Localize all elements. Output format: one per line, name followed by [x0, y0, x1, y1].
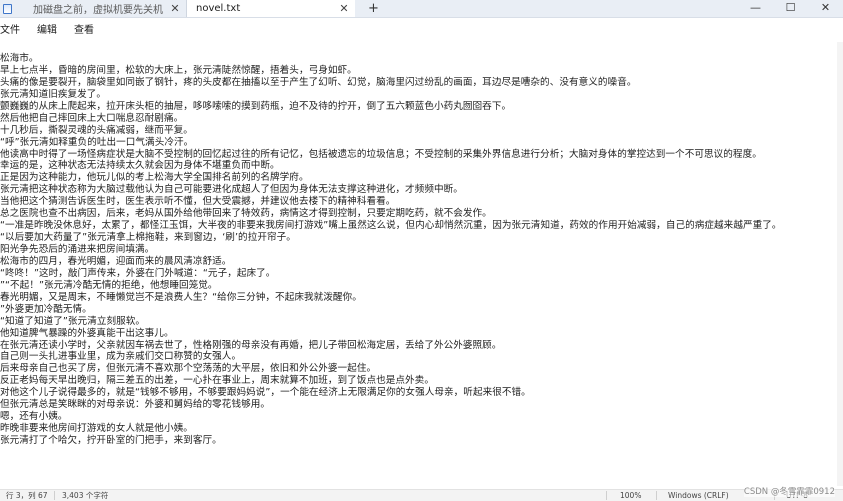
text-editor[interactable]: 松海市。 早上七点半，昏暗的房间里，松软的大床上，张元清陡然惊醒，捂着头，弓身如虾… — [0, 42, 837, 486]
text-line: 他知道脾气暴躁的外婆真能干出这事儿。 — [0, 327, 174, 339]
minimize-button[interactable]: — — [738, 0, 773, 17]
text-line: 但张元清总是笑眯眯的对母亲说：外婆和舅妈给的零花钱够用。 — [0, 399, 271, 411]
text-line: 幸运的是，这种状态无法持续太久就会因为身体不堪重负而中断。 — [0, 160, 280, 172]
text-line: 当他把这个猜测告诉医生时，医生表示听不懂，但大受震撼，并建议他去楼下的精神科看看… — [0, 196, 396, 208]
text-line: 嗯，还有小姨。 — [0, 411, 68, 423]
status-divider — [606, 491, 607, 500]
close-tab-icon[interactable]: ✕ — [337, 2, 351, 15]
text-line: 早上七点半，昏暗的房间里，松软的大床上，张元清陡然惊醒，捂着头，弓身如虾。 — [0, 64, 357, 76]
maximize-button[interactable]: ☐ — [773, 0, 808, 17]
text-line: 颤巍巍的从床上爬起来，拉开床头柜的抽屉，哆哆嗦嗦的摸到药瓶，迫不及待的拧开，倒了… — [0, 100, 512, 112]
text-line: 张元清知道旧疾复发了。 — [0, 88, 107, 100]
text-line: 在张元清还读小学时，父亲就因车祸去世了，性格刚强的母亲没有再婚，把儿子带回松海定… — [0, 339, 502, 351]
csdn-watermark: CSDN @冬雪霏霏0912 — [743, 485, 835, 497]
vertical-scrollbar[interactable] — [837, 42, 843, 486]
text-line: 十几秒后，撕裂灵魂的头痛减弱，继而平复。 — [0, 124, 193, 136]
new-tab-button[interactable]: + — [368, 0, 379, 17]
cursor-position: 行 3，列 67 — [6, 491, 48, 500]
text-line: ”“不起！”张元清冷酷无情的拒绝，他想睡回笼觉。 — [0, 279, 218, 291]
close-tab-icon[interactable]: ✕ — [168, 2, 182, 15]
zoom-level[interactable]: 100% — [620, 490, 641, 501]
text-line: 总之医院也查不出病因，后来，老妈从国外给他带回来了特效药，病情这才得到控制，只要… — [0, 208, 492, 220]
window-controls: — ☐ ✕ — [738, 0, 843, 17]
text-line: “呼”张元清如释重负的吐出一口气满头冷汗。 — [0, 136, 194, 148]
notepad-icon — [3, 3, 12, 14]
tab-disk-note[interactable]: 加磁盘之前，虚拟机要先关机 ✕ — [0, 0, 187, 17]
tab-title: novel.txt — [196, 3, 241, 14]
status-divider — [54, 491, 55, 500]
text-line: 松海市的四月，春光明媚，迎面而来的晨风清凉舒适。 — [0, 255, 232, 267]
menu-file[interactable]: 文件 — [0, 22, 28, 40]
status-divider — [656, 491, 657, 500]
text-line: 自己则一头扎进事业里，成为亲戚们交口称赞的女强人。 — [0, 351, 242, 363]
tab-novel[interactable]: novel.txt ✕ — [187, 0, 355, 17]
text-line: 张元清打了个哈欠，拧开卧室的门把手，来到客厅。 — [0, 435, 222, 446]
text-line: 昨晚非要来他房间打游戏的女人就是他小姨。 — [0, 423, 193, 435]
text-line: 阳光争先恐后的涌进来把房间填满。 — [0, 244, 155, 255]
text-line: 然后他把自己摔回床上大口喘息忍耐剧痛。 — [0, 112, 184, 124]
text-line: 松海市。 — [0, 53, 39, 64]
text-line: 张元清把这种状态称为大脑过载他认为自己可能要进化成超人了但因为身体无法支撑这种进… — [0, 184, 463, 196]
text-line: “以后要加大药量了”张元清拿上棉拖鞋，来到窗边，‘刷’的拉开帘子。 — [0, 232, 296, 244]
tab-title: 加磁盘之前，虚拟机要先关机 — [33, 5, 163, 16]
close-window-button[interactable]: ✕ — [808, 0, 843, 17]
text-line: 反正老妈每天早出晚归，隔三差五的出差，一心扑在事业上，周末就算不加班，到了饭点也… — [0, 375, 434, 387]
menu-bar: 文件 编辑 查看 — [0, 22, 843, 40]
text-line: 正是因为这种能力，他玩儿似的考上松海大学全国排名前列的名牌学府。 — [0, 172, 309, 184]
text-line: ”外婆更加冷酷无情。 — [0, 303, 92, 315]
menu-edit[interactable]: 编辑 — [37, 22, 65, 40]
text-line: 后来母亲自己也买了房，但张元清不喜欢那个空荡荡的大平层，依旧和外公外婆一起住。 — [0, 363, 377, 375]
text-line: “一准是昨晚没休息好，太累了，都怪江玉饵，大半夜的非要来我房间打游戏”嘴上虽然这… — [0, 220, 782, 232]
menu-view[interactable]: 查看 — [74, 22, 102, 40]
tab-bar: 加磁盘之前，虚拟机要先关机 ✕ novel.txt ✕ + — ☐ ✕ — [0, 0, 843, 18]
text-line: “知道了知道了”张元清立刻服软。 — [0, 315, 146, 327]
text-line: 头痛的像是要裂开，脑袋里如同嵌了钢针，疼的头皮都在抽搐以至于产生了幻听、幻觉，脑… — [0, 76, 637, 88]
line-ending[interactable]: Windows (CRLF) — [668, 490, 729, 501]
text-line: 春光明媚，又是周末，不睡懒觉岂不是浪费人生？“给你三分钟，不起床我就泼醒你。 — [0, 291, 362, 303]
status-bar: 行 3，列 67 3,403 个字符 100% Windows (CRLF) U… — [0, 489, 843, 501]
text-line: 他读高中时得了一场怪病症状是大脑不受控制的回忆起过往的所有记忆，包括被遗忘的垃圾… — [0, 148, 762, 160]
text-line: “咚咚！”这时，敲门声传来，外婆在门外喊道：“元子，起床了。 — [0, 267, 276, 279]
text-line: 对他这个儿子说得最多的，就是“钱够不够用，不够要跟妈妈说”，一个能在经济上无限满… — [0, 387, 531, 399]
character-count: 3,403 个字符 — [62, 491, 109, 500]
